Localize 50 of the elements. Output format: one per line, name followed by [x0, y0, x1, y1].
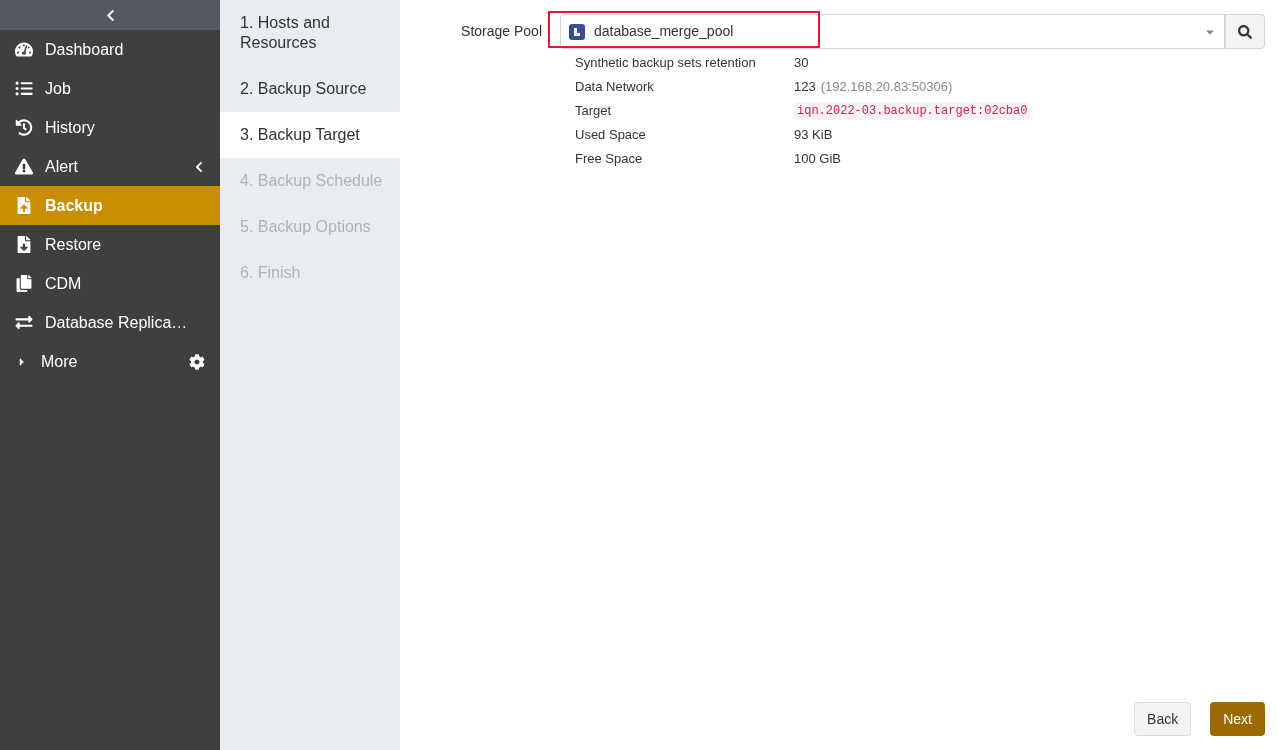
detail-value: 30: [794, 54, 809, 73]
dropdown-value: database_merge_pool: [594, 22, 735, 41]
upload-icon: [15, 197, 33, 214]
nav-item[interactable]: Restore: [0, 225, 220, 264]
warning-icon: [15, 158, 33, 175]
detail-value: 123: [794, 78, 816, 97]
detail-value: iqn.2022-03.backup.target:02cba0: [794, 102, 1031, 120]
detail-label: Data Network: [575, 78, 655, 97]
wizard-step: 4. Backup Schedule: [220, 158, 400, 204]
nav-item[interactable]: Database Replica…: [0, 303, 220, 342]
nav-item[interactable]: Job: [0, 69, 220, 108]
detail-note: (192.168.20.83:50306): [820, 78, 953, 97]
field-label: Storage Pool: [460, 22, 543, 41]
detail-label: Used Space: [575, 126, 647, 145]
next-button[interactable]: Next: [1210, 702, 1265, 736]
nav-label: Alert: [45, 156, 79, 177]
copy-icon: [15, 275, 33, 292]
pool-icon: [569, 23, 585, 40]
search-icon: [1238, 24, 1252, 39]
back-button[interactable]: Back: [1134, 702, 1192, 736]
wizard-step[interactable]: 1. Hosts and Resources: [220, 0, 400, 66]
detail-value: 100 GiB: [794, 150, 841, 169]
nav-label: Job: [45, 78, 72, 99]
download-icon: [15, 236, 33, 253]
detail-label: Free Space: [575, 150, 644, 169]
nav-item[interactable]: History: [0, 108, 220, 147]
checklist-icon: [15, 80, 33, 97]
history-icon: [15, 119, 33, 136]
detail-label: Target: [575, 102, 613, 121]
nav-item[interactable]: Alert: [0, 147, 220, 186]
wizard-step[interactable]: 3. Backup Target: [220, 112, 400, 158]
nav-label: Database Replica…: [45, 312, 189, 333]
wizard-step: 6. Finish: [220, 250, 400, 296]
arrows-icon: [15, 314, 33, 331]
gauge-icon: [15, 41, 33, 58]
nav-label: History: [45, 117, 96, 138]
nav-label: Dashboard: [45, 39, 125, 60]
detail-value: 93 KiB: [794, 126, 833, 145]
search-button[interactable]: [1225, 14, 1265, 49]
settings-icon[interactable]: [189, 353, 205, 370]
wizard-step[interactable]: 2. Backup Source: [220, 66, 400, 112]
nav-label: CDM: [45, 273, 83, 294]
nav-item[interactable]: More: [0, 342, 220, 381]
nav-label: Restore: [45, 234, 103, 255]
nav-label: Backup: [45, 195, 104, 216]
detail-label: Synthetic backup sets retention: [575, 54, 757, 73]
nav-item[interactable]: CDM: [0, 264, 220, 303]
wizard-step: 5. Backup Options: [220, 204, 400, 250]
nav-item[interactable]: Dashboard: [0, 30, 220, 69]
nav-label: More: [41, 351, 79, 372]
